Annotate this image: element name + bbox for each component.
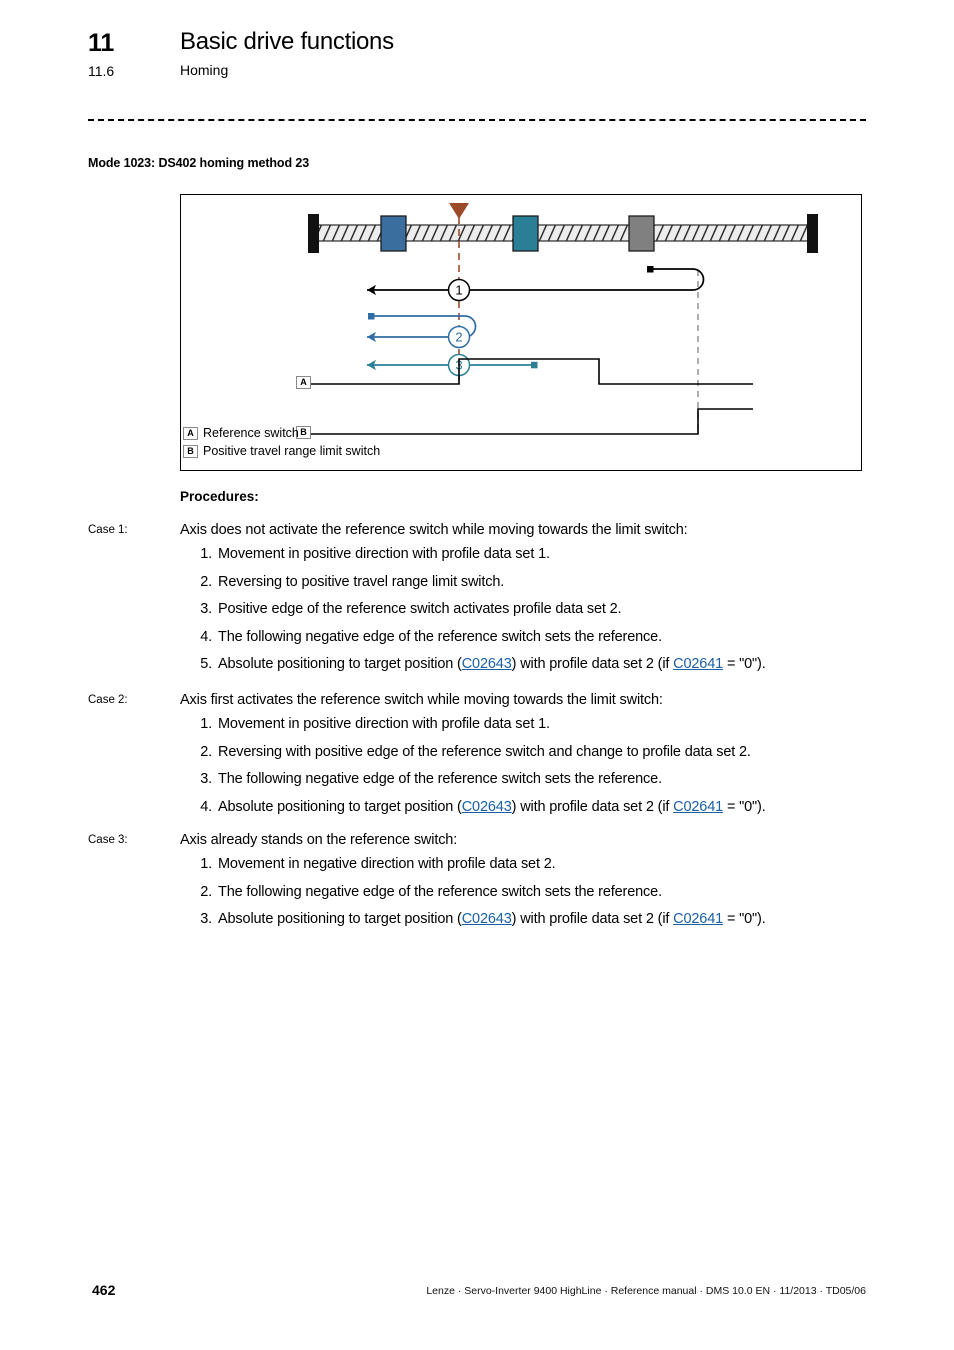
header-divider	[88, 119, 866, 121]
case-title: Axis does not activate the reference swi…	[180, 522, 688, 538]
legend-item-b: B Positive travel range limit switch	[183, 442, 380, 460]
section-title: Homing	[180, 62, 229, 78]
step-number: 5.	[200, 656, 212, 672]
figure-legend: A Reference switch B Positive travel ran…	[183, 424, 380, 460]
case-step: 2. The following negative edge of the ref…	[192, 884, 872, 912]
chapter-number: 11	[88, 29, 115, 57]
step-text: Absolute positioning to target position …	[218, 911, 766, 927]
trajectory-2-label: 2	[455, 330, 462, 345]
chapter-title: Basic drive functions	[180, 28, 394, 55]
parameter-link[interactable]: C02641	[673, 911, 723, 927]
step-text: Reversing with positive edge of the refe…	[218, 743, 751, 760]
case-step: 4. Absolute positioning to target positio…	[192, 799, 872, 827]
reference-position-marker	[449, 203, 469, 219]
page-number: 462	[92, 1282, 116, 1298]
parameter-link[interactable]: C02641	[673, 799, 723, 815]
step-text: Reversing to positive travel range limit…	[218, 573, 505, 590]
case-step: 1. Movement in positive direction with pr…	[192, 716, 872, 744]
step-text: Absolute positioning to target position …	[218, 656, 766, 672]
legend-text-b: Positive travel range limit switch	[203, 444, 381, 458]
legend-text-a: Reference switch	[203, 426, 299, 440]
step-number: 1.	[200, 716, 212, 732]
step-number: 1.	[200, 546, 212, 562]
case-title: Axis first activates the reference switc…	[180, 692, 663, 708]
procedures-heading: Procedures:	[180, 489, 259, 504]
case-step-list: 1. Movement in negative direction with pr…	[192, 856, 872, 939]
case-step: 2. Reversing with positive edge of the re…	[192, 744, 872, 772]
step-number: 2.	[200, 573, 212, 590]
legend-tag-a: A	[183, 426, 198, 440]
step-text: Positive edge of the reference switch ac…	[218, 601, 622, 617]
case-step: 4. The following negative edge of the ref…	[192, 629, 872, 657]
trajectory-1: 1	[367, 266, 705, 302]
case-title: Axis already stands on the reference swi…	[180, 832, 458, 848]
step-number: 3.	[200, 771, 212, 787]
parameter-link[interactable]: C02643	[462, 911, 512, 927]
signal-label-a: A	[296, 372, 311, 390]
step-text: The following negative edge of the refer…	[218, 883, 662, 900]
step-text: The following negative edge of the refer…	[218, 628, 662, 645]
step-text: Absolute positioning to target position …	[218, 798, 766, 815]
parameter-link[interactable]: C02643	[462, 656, 512, 672]
step-number: 3.	[200, 601, 212, 617]
case-label: Case 3:	[88, 834, 128, 846]
step-text: The following negative edge of the refer…	[218, 771, 662, 787]
parameter-link[interactable]: C02643	[462, 799, 512, 815]
mode-title: Mode 1023: DS402 homing method 23	[88, 156, 310, 170]
step-number: 3.	[200, 911, 212, 927]
trajectory-3: 3	[367, 353, 538, 377]
slider-block-blue	[380, 215, 407, 252]
case-step: 2. Reversing to positive travel range lim…	[192, 574, 872, 602]
step-number: 2.	[200, 883, 212, 900]
slider-block-gray	[628, 215, 655, 252]
case-step: 3. The following negative edge of the ref…	[192, 771, 872, 799]
case-step: 3. Positive edge of the reference switch …	[192, 601, 872, 629]
trajectory-1-label: 1	[455, 283, 462, 298]
slider-block-teal	[512, 215, 539, 252]
footer-text: Lenze · Servo-Inverter 9400 HighLine · R…	[426, 1285, 866, 1297]
case-step-list: 1. Movement in positive direction with pr…	[192, 716, 872, 826]
step-text: Movement in positive direction with prof…	[218, 716, 550, 732]
case-label: Case 2:	[88, 694, 128, 706]
section-number: 11.6	[88, 63, 115, 79]
step-number: 2.	[200, 743, 212, 760]
case-step: 1. Movement in positive direction with pr…	[192, 546, 872, 574]
step-number: 4.	[200, 798, 212, 815]
step-text: Movement in negative direction with prof…	[218, 856, 556, 872]
document-page: 11 Basic drive functions 11.6 Homing Mod…	[0, 0, 954, 1350]
case-step: 5. Absolute positioning to target positio…	[192, 656, 872, 684]
case-step: 3. Absolute positioning to target positio…	[192, 911, 872, 939]
legend-tag-b: B	[183, 444, 198, 458]
step-number: 1.	[200, 856, 212, 872]
legend-item-a: A Reference switch	[183, 424, 380, 442]
step-number: 4.	[200, 628, 212, 645]
case-label: Case 1:	[88, 524, 128, 536]
step-text: Movement in positive direction with prof…	[218, 546, 550, 562]
case-step-list: 1. Movement in positive direction with pr…	[192, 546, 872, 684]
case-step: 1. Movement in negative direction with pr…	[192, 856, 872, 884]
parameter-link[interactable]: C02641	[673, 656, 723, 672]
